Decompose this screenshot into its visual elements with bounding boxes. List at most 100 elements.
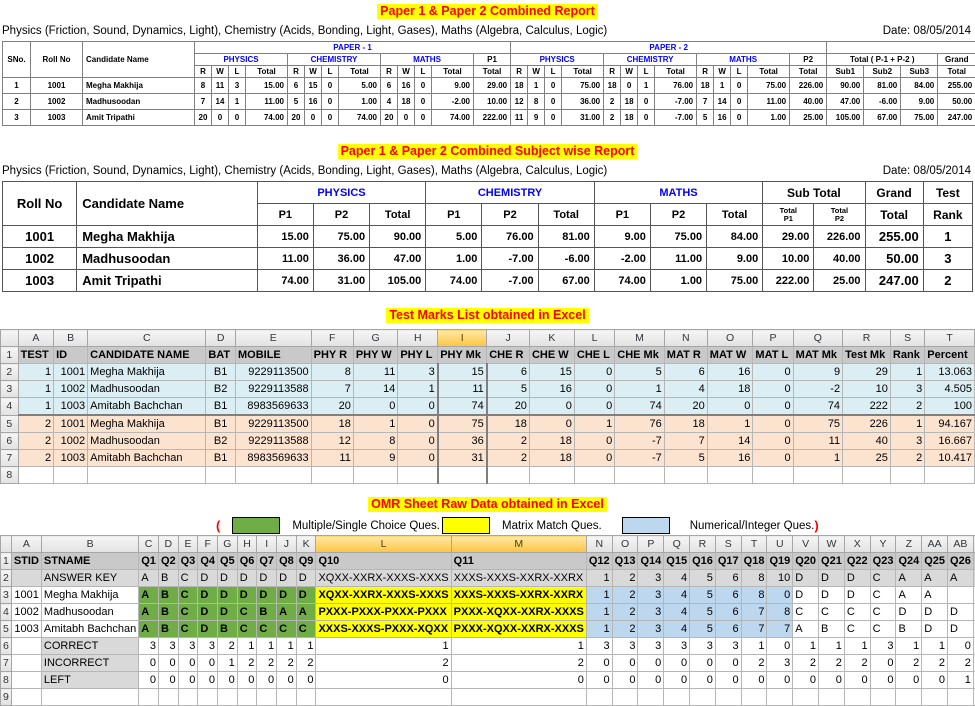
- cell-numeric[interactable]: 0: [741, 672, 767, 689]
- cell-mcq[interactable]: 0: [257, 672, 277, 689]
- cell[interactable]: 1: [18, 398, 53, 416]
- cell-mcq2[interactable]: 0: [896, 672, 922, 689]
- column-header-M[interactable]: M: [451, 536, 586, 553]
- cell-empty[interactable]: [398, 467, 438, 484]
- cell[interactable]: 2: [487, 433, 530, 450]
- cell[interactable]: 0: [529, 398, 574, 416]
- cell[interactable]: 0: [753, 433, 793, 450]
- cell-mcq[interactable]: B: [158, 570, 178, 587]
- cell[interactable]: 18: [707, 381, 753, 398]
- cell-mcq[interactable]: 1: [237, 638, 257, 655]
- cell-numeric[interactable]: 5: [690, 621, 716, 638]
- row-header-4[interactable]: 4: [1, 398, 19, 416]
- cell-empty[interactable]: [844, 689, 870, 706]
- cell-mcq[interactable]: D: [257, 570, 277, 587]
- cell[interactable]: 7: [664, 433, 707, 450]
- cell-mcq[interactable]: 2: [296, 655, 316, 672]
- row-header-3[interactable]: 3: [1, 587, 12, 604]
- omr-spreadsheet-grid[interactable]: ABCDEFGHIJKLMNOPQRSTUVWXYZAAABACADAE1STI…: [0, 535, 975, 706]
- cell-mcq2[interactable]: 0: [844, 672, 870, 689]
- cell-mcq2[interactable]: D: [819, 587, 845, 604]
- cell-mcq[interactable]: D: [237, 587, 257, 604]
- cell-mcq[interactable]: C: [178, 587, 198, 604]
- cell[interactable]: B1: [206, 415, 236, 433]
- cell[interactable]: 0: [707, 398, 753, 416]
- cell-numeric[interactable]: 0: [586, 672, 612, 689]
- cell[interactable]: 20: [487, 398, 530, 416]
- cell-numeric[interactable]: 3: [690, 638, 716, 655]
- cell[interactable]: 74: [793, 398, 842, 416]
- cell-mcq[interactable]: C: [178, 604, 198, 621]
- cell[interactable]: Madhusoodan: [88, 433, 206, 450]
- cell-stname[interactable]: LEFT: [41, 672, 138, 689]
- column-header-N[interactable]: N: [586, 536, 612, 553]
- cell-numeric[interactable]: 0: [638, 655, 664, 672]
- cell-numeric[interactable]: 6: [715, 587, 741, 604]
- row-header-2[interactable]: 2: [1, 364, 19, 381]
- cell-mcq2[interactable]: C: [870, 570, 896, 587]
- cell-matrix[interactable]: PXXX-XQXX-XXRX-XXXS: [451, 604, 586, 621]
- cell-mcq[interactable]: B: [158, 621, 178, 638]
- cell-numeric[interactable]: 4: [664, 587, 690, 604]
- cell[interactable]: -7: [615, 450, 665, 467]
- cell-empty[interactable]: [793, 467, 842, 484]
- cell[interactable]: 1003: [54, 450, 88, 467]
- column-header-S[interactable]: S: [890, 330, 924, 347]
- cell[interactable]: 75: [793, 415, 842, 433]
- cell[interactable]: 4: [664, 381, 707, 398]
- cell-numeric[interactable]: 8: [741, 587, 767, 604]
- cell-empty[interactable]: [487, 467, 530, 484]
- cell-numeric[interactable]: 0: [586, 655, 612, 672]
- cell-mcq2[interactable]: 2: [819, 655, 845, 672]
- cell-numeric[interactable]: 6: [715, 604, 741, 621]
- cell-mcq[interactable]: A: [139, 621, 159, 638]
- cell-empty[interactable]: [311, 467, 353, 484]
- cell-mcq[interactable]: 0: [218, 672, 238, 689]
- cell-mcq2[interactable]: C: [870, 587, 896, 604]
- column-header-C[interactable]: C: [88, 330, 206, 347]
- cell-numeric[interactable]: 4: [664, 621, 690, 638]
- cell-mcq2[interactable]: D: [793, 587, 819, 604]
- cell[interactable]: 0: [574, 364, 614, 381]
- cell-mcq[interactable]: D: [218, 587, 238, 604]
- cell[interactable]: 14: [707, 433, 753, 450]
- cell-mcq[interactable]: D: [198, 604, 218, 621]
- cell-empty[interactable]: [41, 689, 138, 706]
- cell-numeric[interactable]: 1: [586, 621, 612, 638]
- cell-mcq2[interactable]: D: [844, 570, 870, 587]
- cell[interactable]: 0: [753, 398, 793, 416]
- cell-numeric[interactable]: 6: [715, 621, 741, 638]
- column-header-N[interactable]: N: [664, 330, 707, 347]
- column-header-Y[interactable]: Y: [870, 536, 896, 553]
- cell-stid[interactable]: [11, 655, 41, 672]
- cell-empty[interactable]: [715, 689, 741, 706]
- column-header-C[interactable]: C: [139, 536, 159, 553]
- cell-mcq[interactable]: D: [218, 604, 238, 621]
- cell-empty[interactable]: [257, 689, 277, 706]
- cell-mcq[interactable]: D: [257, 587, 277, 604]
- cell-stname[interactable]: INCORRECT: [41, 655, 138, 672]
- row-header-4[interactable]: 4: [1, 604, 12, 621]
- cell[interactable]: 1: [398, 381, 438, 398]
- cell-mcq[interactable]: B: [158, 604, 178, 621]
- column-header-E[interactable]: E: [235, 330, 311, 347]
- cell-mcq[interactable]: B: [218, 621, 238, 638]
- cell[interactable]: 11: [438, 381, 487, 398]
- cell-numeric[interactable]: 3: [664, 638, 690, 655]
- column-header-B[interactable]: B: [41, 536, 138, 553]
- cell-numeric[interactable]: 1: [586, 570, 612, 587]
- cell-numeric[interactable]: 0: [690, 672, 716, 689]
- cell-numeric[interactable]: 0: [612, 655, 638, 672]
- cell[interactable]: 0: [398, 433, 438, 450]
- cell-numeric[interactable]: 5: [690, 604, 716, 621]
- cell-empty[interactable]: [664, 689, 690, 706]
- row-header-3[interactable]: 3: [1, 381, 19, 398]
- column-header-W[interactable]: W: [819, 536, 845, 553]
- cell[interactable]: B1: [206, 398, 236, 416]
- column-header-R[interactable]: R: [843, 330, 891, 347]
- row-header-5[interactable]: 5: [1, 621, 12, 638]
- cell[interactable]: 94.167: [925, 415, 975, 433]
- cell[interactable]: 15: [529, 364, 574, 381]
- cell[interactable]: Madhusoodan: [88, 381, 206, 398]
- cell-mcq2[interactable]: A: [793, 621, 819, 638]
